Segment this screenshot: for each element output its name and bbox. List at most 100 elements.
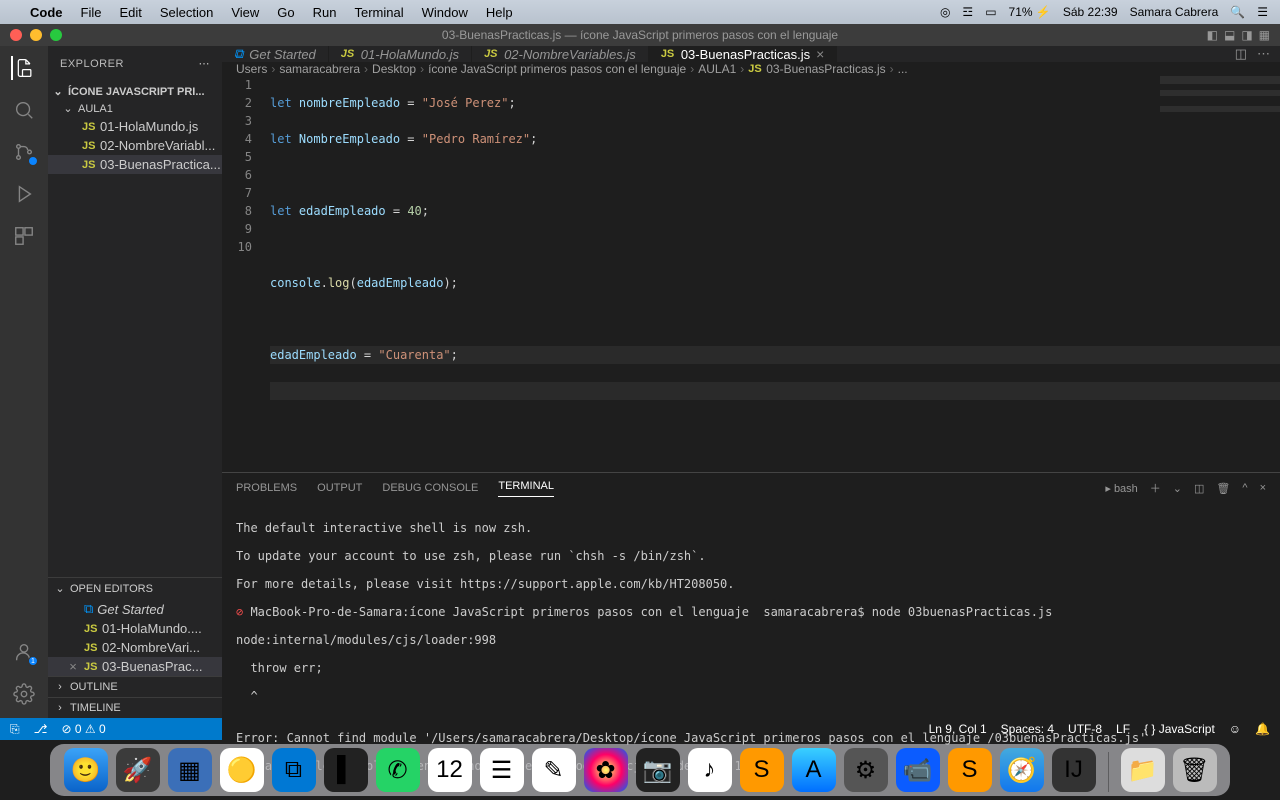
- layout-customize-icon[interactable]: ▦: [1259, 28, 1270, 42]
- dock-appstore[interactable]: A: [792, 748, 836, 792]
- dock-music[interactable]: ♪: [688, 748, 732, 792]
- split-editor-icon[interactable]: ◫: [1235, 46, 1247, 62]
- dock-mission-control[interactable]: ▦: [168, 748, 212, 792]
- activity-search-icon[interactable]: [12, 98, 36, 122]
- layout-panel-left-icon[interactable]: ◧: [1207, 28, 1218, 42]
- menu-edit[interactable]: Edit: [119, 5, 141, 20]
- split-terminal-icon[interactable]: ◫: [1194, 482, 1204, 495]
- minimap[interactable]: [1160, 76, 1280, 176]
- menu-window[interactable]: Window: [422, 5, 468, 20]
- menu-help[interactable]: Help: [486, 5, 513, 20]
- dock-notes[interactable]: ✎: [532, 748, 576, 792]
- timeline-section[interactable]: ›TIMELINE: [48, 697, 222, 718]
- window-close-button[interactable]: [10, 29, 22, 41]
- open-editors-section[interactable]: ⌄OPEN EDITORS: [48, 577, 222, 599]
- file-02[interactable]: JS02-NombreVariabl...: [48, 136, 222, 155]
- creative-cloud-icon[interactable]: ◎: [940, 5, 950, 19]
- menu-run[interactable]: Run: [313, 5, 337, 20]
- sidebar-more-icon[interactable]: ⋯: [199, 57, 211, 70]
- spotlight-icon[interactable]: 🔍: [1230, 5, 1245, 19]
- folder-aula1[interactable]: ⌄AULA1: [48, 100, 222, 117]
- dock-finder[interactable]: 🙂: [64, 748, 108, 792]
- dock-terminal[interactable]: ▌: [324, 748, 368, 792]
- status-errors-warnings[interactable]: ⊘ 0 ⚠ 0: [61, 722, 105, 736]
- dock-safari[interactable]: 🧭: [1000, 748, 1044, 792]
- status-notifications-icon[interactable]: 🔔: [1255, 722, 1270, 736]
- more-actions-icon[interactable]: ⋯: [1257, 46, 1270, 62]
- panel-tab-output[interactable]: OUTPUT: [317, 482, 362, 494]
- open-editor-get-started[interactable]: ⧉Get Started: [48, 599, 222, 619]
- dock-zoom[interactable]: 📹: [896, 748, 940, 792]
- menu-go[interactable]: Go: [277, 5, 294, 20]
- activity-accounts-icon[interactable]: 1: [12, 640, 36, 664]
- dock-sublime[interactable]: S: [740, 748, 784, 792]
- dock-trash[interactable]: 🗑: [1173, 748, 1217, 792]
- macos-dock: 🙂 🚀 ▦ 🟡 ⧉ ▌ ✆ 12 ☰ ✎ ✿ 📷 ♪ S A ⚙ 📹 S 🧭 I…: [0, 740, 1280, 800]
- dock-intellij[interactable]: IJ: [1052, 748, 1096, 792]
- panel-tab-debug-console[interactable]: DEBUG CONSOLE: [382, 482, 478, 494]
- dock-vscode[interactable]: ⧉: [272, 748, 316, 792]
- panel-tab-problems[interactable]: PROBLEMS: [236, 482, 297, 494]
- menubar-user[interactable]: Samara Cabrera: [1130, 5, 1219, 19]
- status-language-mode[interactable]: { } JavaScript: [1144, 722, 1215, 736]
- activity-run-debug-icon[interactable]: [12, 182, 36, 206]
- dock-reminders[interactable]: ☰: [480, 748, 524, 792]
- terminal-profile[interactable]: ▸ bash: [1105, 482, 1137, 495]
- dock-chrome[interactable]: 🟡: [220, 748, 264, 792]
- close-icon[interactable]: ×: [66, 659, 80, 674]
- activity-source-control-icon[interactable]: [12, 140, 36, 164]
- outline-section[interactable]: ›OUTLINE: [48, 676, 222, 697]
- tab-02[interactable]: JS02-NombreVariables.js: [472, 46, 649, 62]
- dock-downloads[interactable]: 📁: [1121, 748, 1165, 792]
- layout-panel-bottom-icon[interactable]: ⬓: [1224, 28, 1235, 42]
- dock-system-preferences[interactable]: ⚙: [844, 748, 888, 792]
- dock-sublime2[interactable]: S: [948, 748, 992, 792]
- status-indentation[interactable]: Spaces: 4: [1001, 722, 1054, 736]
- open-editor-03[interactable]: ×JS03-BuenasPrac...: [48, 657, 222, 676]
- dock-whatsapp[interactable]: ✆: [376, 748, 420, 792]
- activity-extensions-icon[interactable]: [12, 224, 36, 248]
- dock-launchpad[interactable]: 🚀: [116, 748, 160, 792]
- status-eol[interactable]: LF: [1116, 722, 1130, 736]
- file-03[interactable]: JS03-BuenasPractica...: [48, 155, 222, 174]
- dock-photos[interactable]: ✿: [584, 748, 628, 792]
- close-panel-icon[interactable]: ×: [1260, 482, 1266, 494]
- menu-terminal[interactable]: Terminal: [355, 5, 404, 20]
- tab-03[interactable]: JS03-BuenasPracticas.js×: [649, 46, 838, 62]
- battery-percent[interactable]: 71% ⚡: [1009, 5, 1051, 19]
- breadcrumbs[interactable]: Users› samaracabrera› Desktop› ícone Jav…: [222, 62, 1280, 76]
- remote-indicator[interactable]: ⎘: [10, 722, 20, 737]
- status-encoding[interactable]: UTF-8: [1068, 722, 1102, 736]
- code-editor[interactable]: 12345678910 let nombreEmpleado = "José P…: [222, 76, 1280, 472]
- layout-panel-right-icon[interactable]: ◨: [1241, 28, 1252, 42]
- close-icon[interactable]: ×: [816, 46, 824, 62]
- tab-get-started[interactable]: ⧉Get Started: [222, 46, 329, 62]
- screen-mirror-icon[interactable]: ▭: [985, 5, 996, 19]
- status-cursor-position[interactable]: Ln 9, Col 1: [929, 722, 987, 736]
- activity-explorer-icon[interactable]: [11, 56, 35, 80]
- dock-photo-booth[interactable]: 📷: [636, 748, 680, 792]
- control-center-icon[interactable]: ☰: [1257, 5, 1268, 19]
- kill-terminal-icon[interactable]: 🗑: [1216, 482, 1230, 495]
- dock-calendar[interactable]: 12: [428, 748, 472, 792]
- status-feedback-icon[interactable]: ☺: [1229, 722, 1241, 736]
- new-terminal-icon[interactable]: ＋: [1150, 480, 1161, 496]
- file-01[interactable]: JS01-HolaMundo.js: [48, 117, 222, 136]
- menu-view[interactable]: View: [231, 5, 259, 20]
- open-editor-01[interactable]: JS01-HolaMundo....: [48, 619, 222, 638]
- tab-01[interactable]: JS01-HolaMundo.js: [329, 46, 472, 62]
- workspace-root[interactable]: ⌄ÍCONE JAVASCRIPT PRI...: [48, 83, 222, 100]
- maximize-panel-icon[interactable]: ^: [1242, 482, 1247, 494]
- menubar-time[interactable]: Sáb 22:39: [1063, 5, 1118, 19]
- menubar-app-name[interactable]: Code: [30, 5, 63, 20]
- window-zoom-button[interactable]: [50, 29, 62, 41]
- menu-file[interactable]: File: [81, 5, 102, 20]
- terminal-dropdown-icon[interactable]: ⌄: [1173, 482, 1182, 495]
- window-minimize-button[interactable]: [30, 29, 42, 41]
- open-editor-02[interactable]: JS02-NombreVari...: [48, 638, 222, 657]
- panel-tab-terminal[interactable]: TERMINAL: [498, 480, 554, 497]
- activity-settings-icon[interactable]: [12, 682, 36, 706]
- status-git-branch[interactable]: ⎇: [34, 722, 48, 736]
- menu-selection[interactable]: Selection: [160, 5, 213, 20]
- wifi-icon[interactable]: ☲: [962, 5, 973, 19]
